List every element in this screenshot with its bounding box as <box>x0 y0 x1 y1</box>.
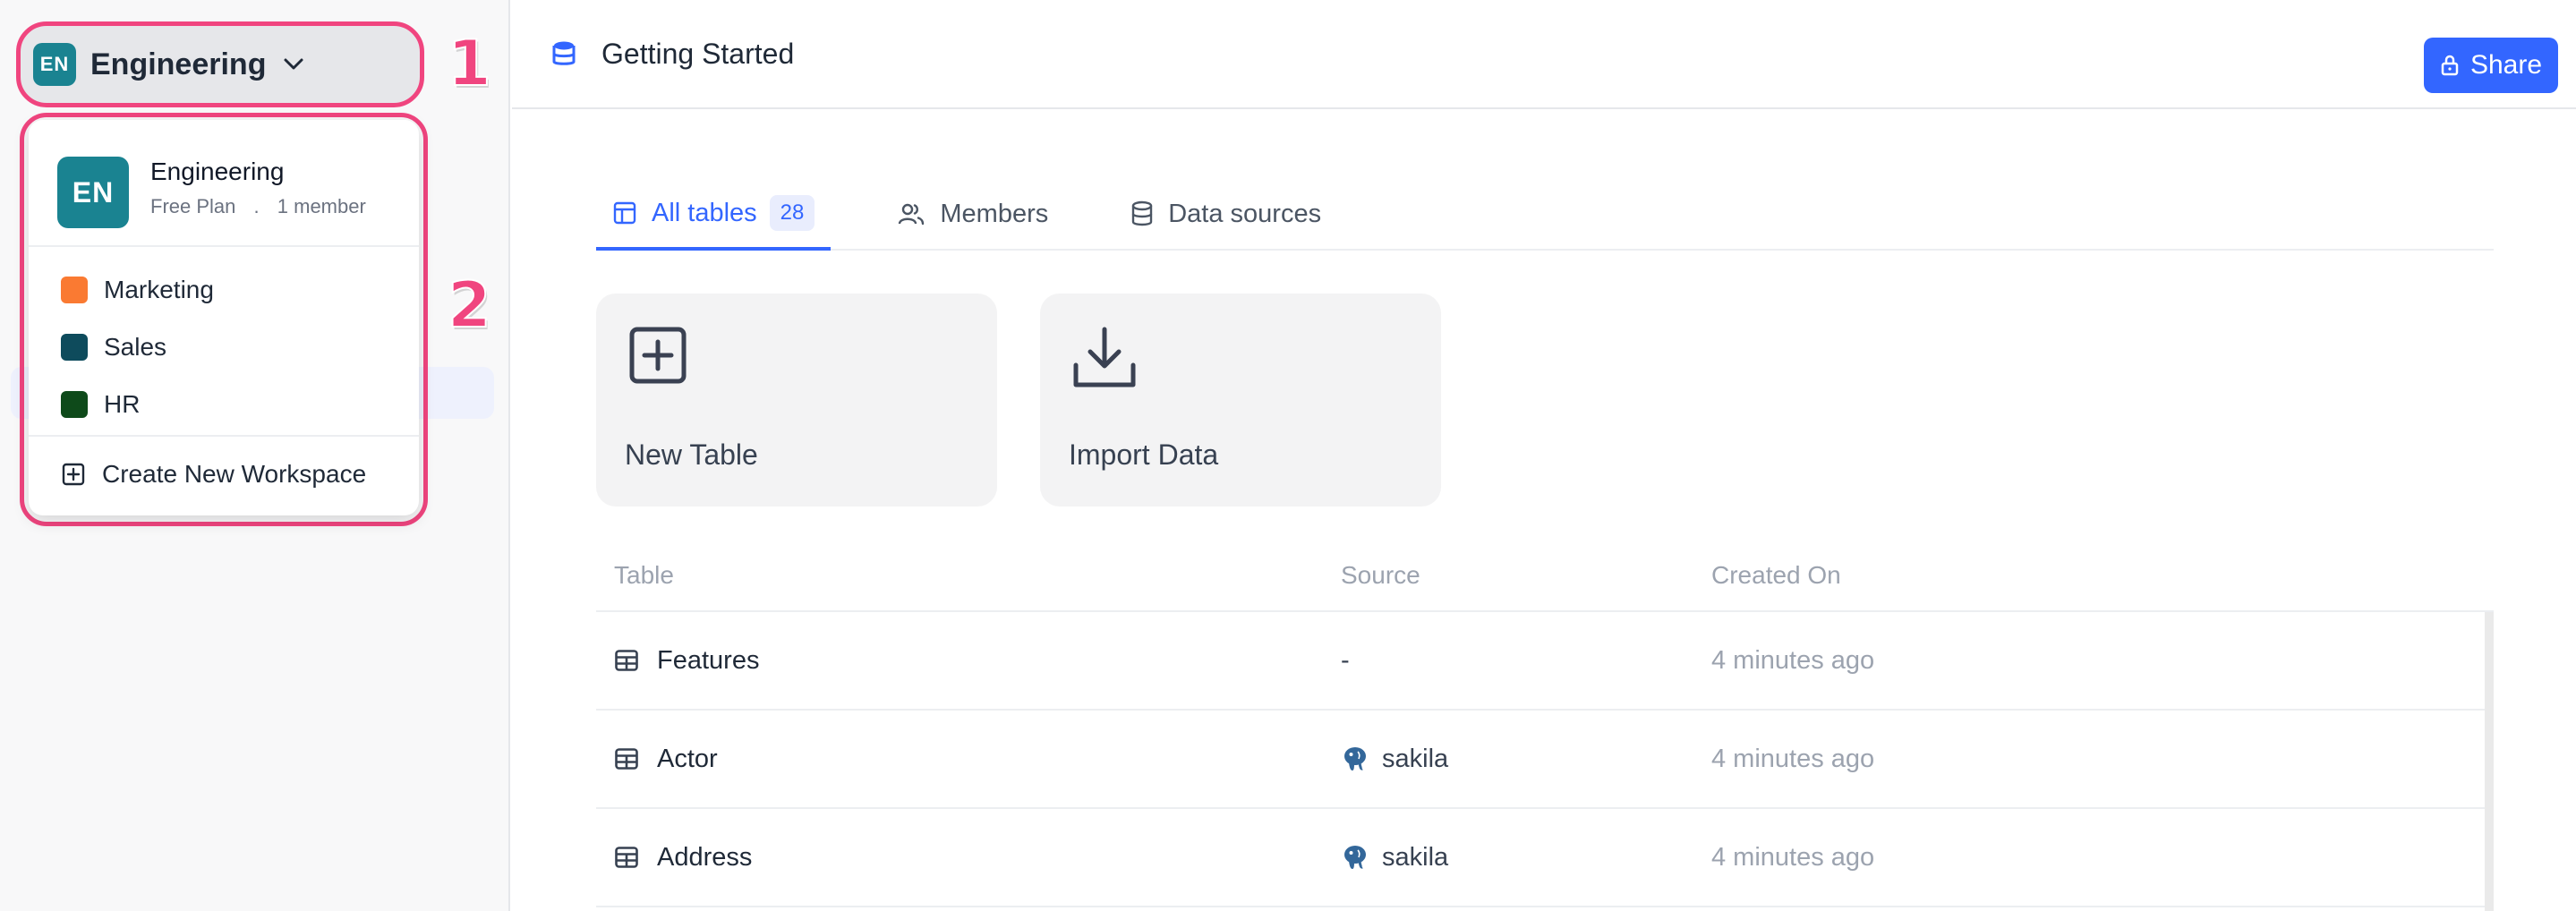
table-source: - <box>1341 645 1350 675</box>
create-workspace-button[interactable]: Create New Workspace <box>29 437 419 512</box>
workspace-item-marketing[interactable]: Marketing <box>29 261 419 319</box>
card-label: Import Data <box>1069 438 1219 471</box>
table-name: Actor <box>657 744 718 773</box>
workspace-meta: Free Plan . 1 member <box>150 195 366 218</box>
table-row[interactable]: Features - 4 minutes ago <box>596 612 2494 711</box>
table-source: sakila <box>1382 744 1449 773</box>
share-button[interactable]: Share <box>2424 38 2558 93</box>
workspace-color-swatch <box>61 391 88 418</box>
users-icon <box>897 201 925 226</box>
tab-label: Data sources <box>1168 199 1322 228</box>
sidebar: EN Engineering 1 EN Engineering Free Pla… <box>0 0 510 911</box>
workspace-member-count: 1 member <box>277 195 366 217</box>
workspace-avatar: EN <box>33 43 76 86</box>
workspace-item-hr[interactable]: HR <box>29 376 419 433</box>
postgresql-icon <box>1341 843 1369 872</box>
workspace-item-label: Sales <box>104 333 167 361</box>
tab-data-sources[interactable]: Data sources <box>1114 179 1337 249</box>
meta-separator: . <box>253 195 260 217</box>
workspace-item-label: HR <box>104 390 141 418</box>
table-icon <box>614 747 639 771</box>
top-header: Getting Started Share <box>512 0 2576 109</box>
import-data-card[interactable]: Import Data <box>1040 294 1441 507</box>
database-icon <box>551 39 576 68</box>
workspace-avatar-large: EN <box>57 157 129 228</box>
workspace-item-label: Marketing <box>104 276 214 303</box>
column-header-source[interactable]: Source <box>1341 561 1711 590</box>
workspace-color-swatch <box>61 334 88 361</box>
lock-icon <box>2440 54 2460 77</box>
plus-square-icon <box>61 462 86 487</box>
workspace-switcher[interactable]: EN Engineering <box>16 21 424 107</box>
postgresql-icon <box>1341 745 1369 773</box>
workspace-name: Engineering <box>90 47 267 81</box>
workspace-dropdown: EN Engineering Free Plan . 1 member Mark… <box>29 120 419 515</box>
workspace-color-swatch <box>61 277 88 303</box>
callout-number-2: 2 <box>447 268 492 343</box>
database-icon <box>1130 200 1154 227</box>
table-source: sakila <box>1382 842 1449 872</box>
workspace-plan: Free Plan <box>150 195 236 217</box>
table-icon <box>614 846 639 869</box>
callout-number-1: 1 <box>447 26 492 101</box>
column-header-created[interactable]: Created On <box>1711 561 2494 590</box>
current-workspace-name: Engineering <box>150 158 285 185</box>
tables-list: Table Source Created On Features - 4 min… <box>596 541 2494 907</box>
tab-label: Members <box>940 199 1049 228</box>
plus-square-icon <box>627 324 689 391</box>
current-workspace-header: EN Engineering Free Plan . 1 member <box>29 120 419 247</box>
column-header-table[interactable]: Table <box>596 561 1341 590</box>
workspace-list: Marketing Sales HR <box>29 247 419 437</box>
download-icon <box>1070 324 1139 396</box>
tab-label: All tables <box>652 198 757 227</box>
table-created-on: 4 minutes ago <box>1711 645 1875 675</box>
table-count-badge: 28 <box>769 195 815 231</box>
table-row[interactable]: Address sakila 4 minutes ago <box>596 809 2494 907</box>
page-title: Getting Started <box>601 37 795 70</box>
card-label: New Table <box>625 438 758 471</box>
table-scrollbar[interactable] <box>2485 612 2494 911</box>
table-created-on: 4 minutes ago <box>1711 842 1875 872</box>
new-table-card[interactable]: New Table <box>596 294 997 507</box>
table-name: Address <box>657 842 753 872</box>
table-name: Features <box>657 645 760 675</box>
table-row[interactable]: Actor sakila 4 minutes ago <box>596 711 2494 809</box>
table-header: Table Source Created On <box>596 541 2494 612</box>
share-label: Share <box>2469 50 2543 80</box>
create-workspace-label: Create New Workspace <box>102 460 367 488</box>
tab-bar: All tables 28 Members Data sources <box>596 179 2494 251</box>
table-icon <box>614 649 639 672</box>
table-layout-icon <box>612 200 637 226</box>
tab-all-tables[interactable]: All tables 28 <box>596 179 832 251</box>
table-created-on: 4 minutes ago <box>1711 744 1875 773</box>
workspace-item-sales[interactable]: Sales <box>29 319 419 376</box>
chevron-down-icon <box>282 53 305 76</box>
tab-members[interactable]: Members <box>881 179 1064 249</box>
